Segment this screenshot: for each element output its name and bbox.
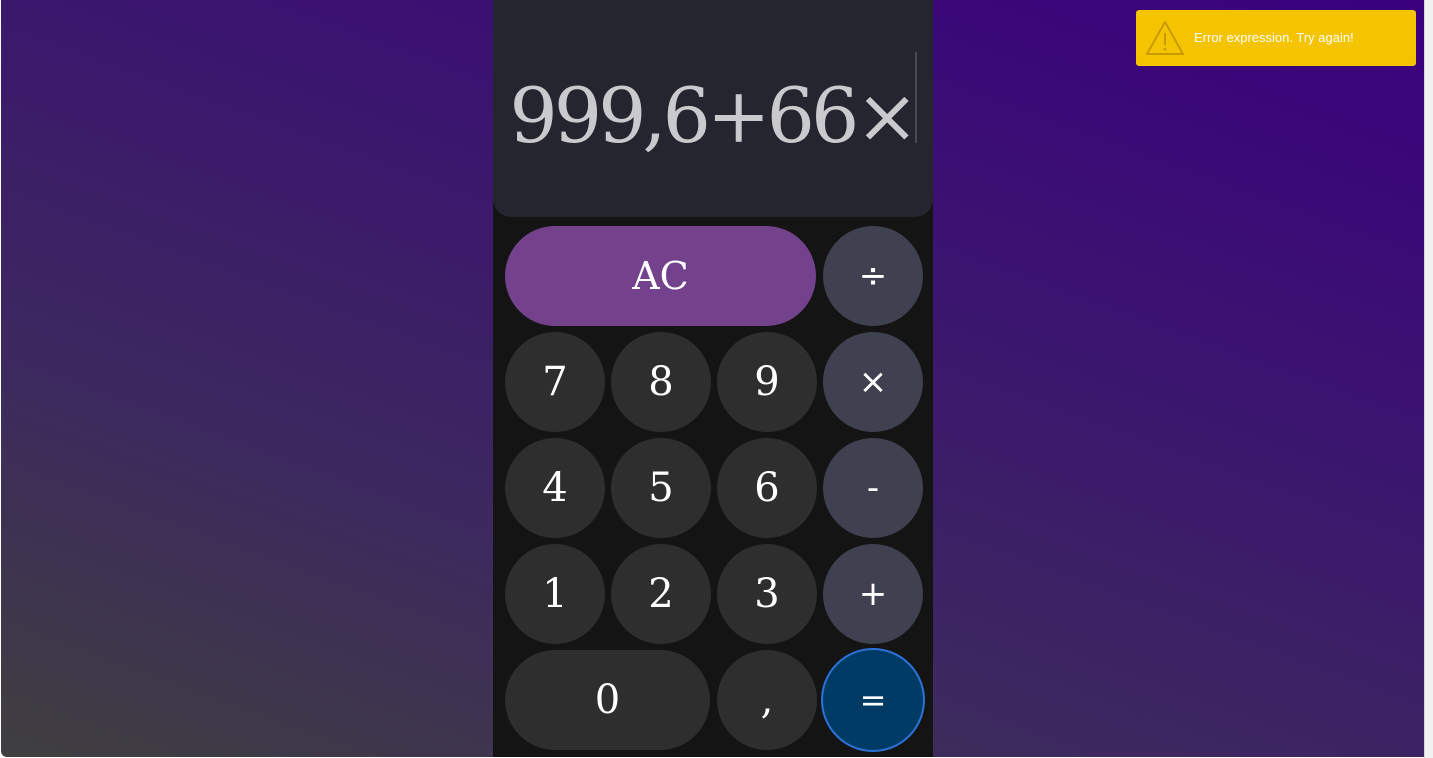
text-caret bbox=[915, 52, 917, 143]
digit-7-button[interactable]: 7 bbox=[505, 332, 605, 432]
digit-0-button[interactable]: 0 bbox=[505, 650, 710, 750]
calculator: 999,6+66× AC ÷ 7 8 9 × 4 5 6 - 1 2 3 + 0… bbox=[493, 0, 933, 757]
window-edge bbox=[1424, 0, 1433, 758]
digit-4-button[interactable]: 4 bbox=[505, 438, 605, 538]
comma-button[interactable]: , bbox=[717, 650, 817, 750]
digit-6-button[interactable]: 6 bbox=[717, 438, 817, 538]
expression-display[interactable]: 999,6+66× bbox=[509, 68, 919, 164]
digit-9-button[interactable]: 9 bbox=[717, 332, 817, 432]
error-toast[interactable]: Error expression. Try again! bbox=[1136, 10, 1416, 66]
divide-button[interactable]: ÷ bbox=[823, 226, 923, 326]
plus-button[interactable]: + bbox=[823, 544, 923, 644]
page-background: 999,6+66× AC ÷ 7 8 9 × 4 5 6 - 1 2 3 + 0… bbox=[1, 0, 1424, 757]
digit-8-button[interactable]: 8 bbox=[611, 332, 711, 432]
minus-button[interactable]: - bbox=[823, 438, 923, 538]
toast-message: Error expression. Try again! bbox=[1194, 30, 1354, 45]
warning-icon bbox=[1146, 21, 1184, 55]
multiply-button[interactable]: × bbox=[823, 332, 923, 432]
digit-1-button[interactable]: 1 bbox=[505, 544, 605, 644]
calculator-display: 999,6+66× bbox=[493, 0, 933, 217]
clear-button[interactable]: AC bbox=[505, 226, 816, 326]
digit-3-button[interactable]: 3 bbox=[717, 544, 817, 644]
digit-2-button[interactable]: 2 bbox=[611, 544, 711, 644]
equals-button[interactable]: = bbox=[821, 648, 925, 752]
digit-5-button[interactable]: 5 bbox=[611, 438, 711, 538]
